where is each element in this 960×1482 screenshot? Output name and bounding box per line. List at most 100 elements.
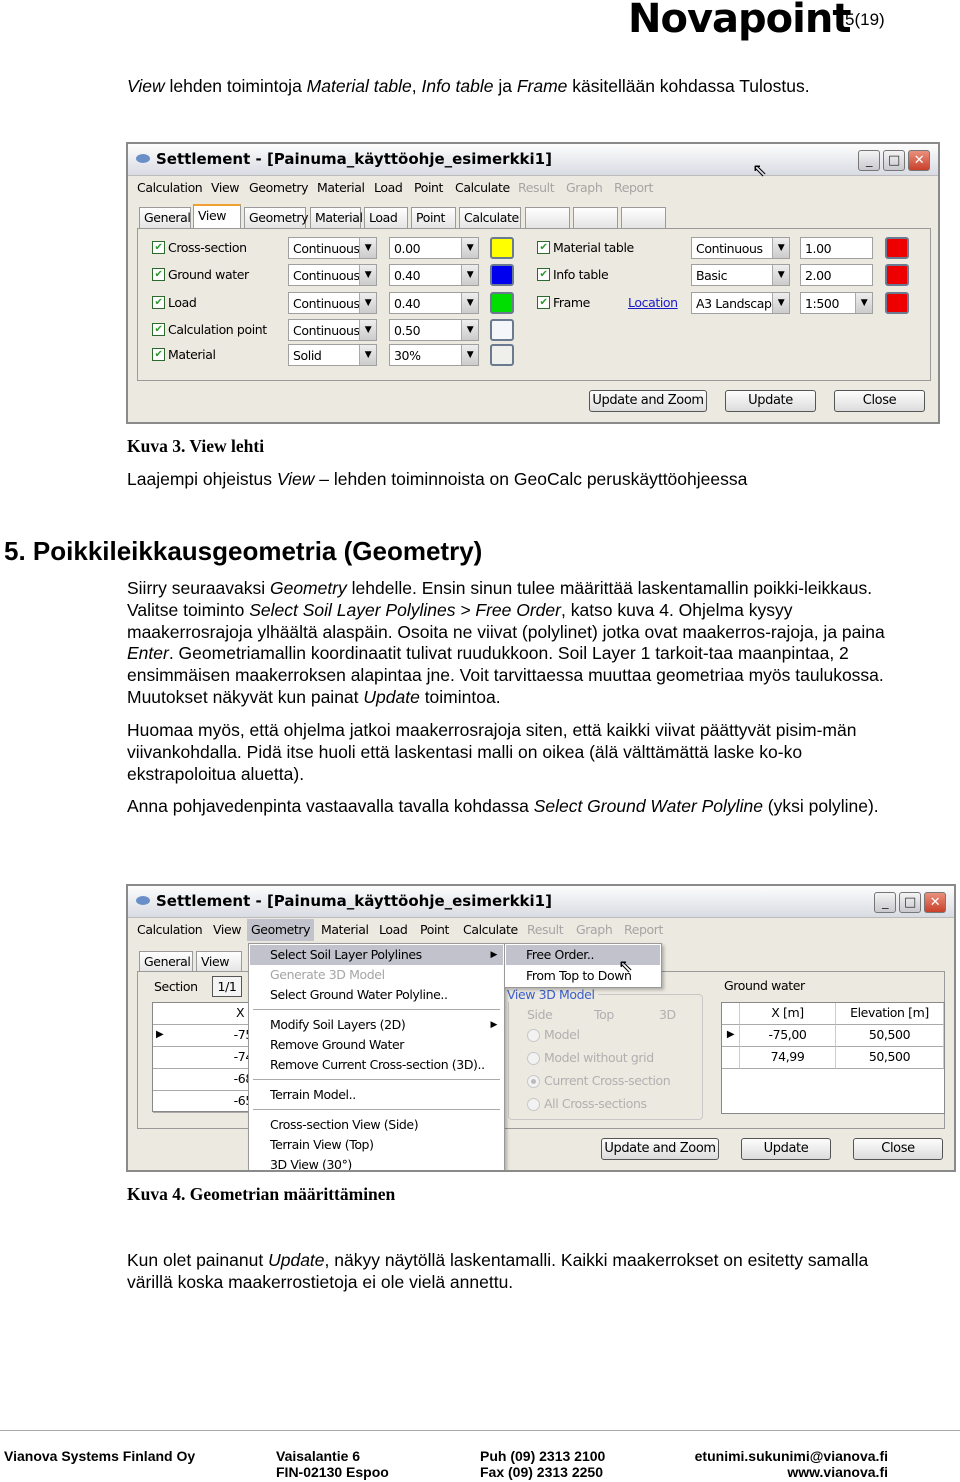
checkbox[interactable]: ✔: [152, 296, 165, 309]
line-style-select[interactable]: Solid ▼: [288, 344, 377, 366]
menu-load[interactable]: Load: [374, 180, 403, 195]
menu-point[interactable]: Point: [414, 180, 443, 195]
radio-button[interactable]: [527, 1098, 540, 1111]
update-and-zoom-button[interactable]: Update and Zoom: [589, 390, 707, 412]
line-style-select[interactable]: Continuous ▼: [288, 237, 377, 259]
menu-item-remove-ground-water[interactable]: Remove Ground Water: [250, 1035, 503, 1055]
tab-general[interactable]: General: [139, 951, 193, 972]
line-style-select[interactable]: Continuous ▼: [288, 319, 377, 341]
checkbox[interactable]: ✔: [537, 241, 550, 254]
submenu-item-free-order-[interactable]: Free Order..: [506, 945, 660, 965]
grid-cell[interactable]: 74,99: [740, 1047, 836, 1069]
line-width-select[interactable]: 0.40 ▼: [389, 264, 479, 286]
style-select[interactable]: Continuous ▼: [691, 237, 790, 259]
checkbox[interactable]: ✔: [537, 296, 550, 309]
radio-button[interactable]: [527, 1075, 540, 1088]
checkbox[interactable]: ✔: [152, 268, 165, 281]
menu-item-cross-section-view-side-[interactable]: Cross-section View (Side): [250, 1115, 503, 1135]
menu-calculation[interactable]: Calculation: [137, 922, 203, 937]
tab-load[interactable]: Load: [364, 207, 408, 228]
section-field[interactable]: 1/1: [212, 976, 242, 997]
menu-calculate[interactable]: Calculate: [455, 180, 510, 195]
line-width-select[interactable]: 0.50 ▼: [389, 319, 479, 341]
tab-general[interactable]: General: [139, 207, 191, 228]
tab-geometry[interactable]: Geometry: [244, 207, 309, 228]
menu-report[interactable]: Report: [624, 922, 663, 937]
menu-report[interactable]: Report: [614, 180, 653, 195]
line-style-select[interactable]: Continuous ▼: [288, 292, 377, 314]
tab-material[interactable]: Material: [310, 207, 363, 228]
menu-material[interactable]: Material: [317, 180, 365, 195]
update-and-zoom-button[interactable]: Update and Zoom: [601, 1138, 719, 1160]
menu-result[interactable]: Result: [527, 922, 564, 937]
row-header[interactable]: ▶: [722, 1025, 740, 1047]
value-field[interactable]: 1.00: [800, 237, 873, 259]
close-icon[interactable]: ✕: [908, 150, 930, 171]
footer-email[interactable]: etunimi.sukunimi@vianova.fi: [695, 1448, 888, 1464]
tab-blank[interactable]: [573, 207, 618, 228]
color-swatch[interactable]: [885, 292, 909, 314]
ground-water-grid[interactable]: X [m] Elevation [m] ▶ -75,00 50,500 74,99 50,5…: [721, 1002, 945, 1114]
style-select[interactable]: A3 Landscape ▼: [691, 292, 790, 314]
update-button[interactable]: Update: [725, 390, 816, 412]
menu-item-terrain-model-[interactable]: Terrain Model..: [250, 1085, 503, 1105]
submenu-item-from-top-to-down[interactable]: From Top to Down: [506, 966, 660, 986]
color-swatch[interactable]: [490, 292, 514, 314]
menu-item-terrain-view-top-[interactable]: Terrain View (Top): [250, 1135, 503, 1155]
tab-point[interactable]: Point: [411, 207, 456, 228]
minimize-icon[interactable]: _: [858, 150, 880, 171]
location-link[interactable]: Location: [628, 295, 678, 310]
color-swatch[interactable]: [490, 264, 514, 286]
value-field[interactable]: 2.00: [800, 264, 873, 286]
menu-point[interactable]: Point: [420, 922, 449, 937]
checkbox[interactable]: ✔: [152, 348, 165, 361]
menu-item-modify-soil-layers-2d-[interactable]: Modify Soil Layers (2D) ▶: [250, 1015, 503, 1035]
close-button[interactable]: Close: [834, 390, 925, 412]
menu-geometry[interactable]: Geometry: [247, 919, 315, 941]
checkbox[interactable]: ✔: [152, 323, 165, 336]
menu-geometry[interactable]: Geometry: [249, 180, 309, 195]
color-swatch[interactable]: [885, 237, 909, 259]
color-swatch[interactable]: [490, 344, 514, 366]
maximize-icon[interactable]: □: [899, 892, 921, 913]
color-swatch[interactable]: [490, 319, 514, 341]
radio-button[interactable]: [527, 1029, 540, 1042]
value-field[interactable]: 1:500 ▼: [800, 292, 873, 314]
menu-view[interactable]: View: [213, 922, 241, 937]
grid-cell[interactable]: 50,500: [836, 1047, 944, 1069]
menu-graph[interactable]: Graph: [576, 922, 613, 937]
menu-calculation[interactable]: Calculation: [137, 180, 203, 195]
line-style-select[interactable]: Continuous ▼: [288, 264, 377, 286]
menu-calculate[interactable]: Calculate: [463, 922, 518, 937]
radio-button[interactable]: [527, 1052, 540, 1065]
checkbox[interactable]: ✔: [537, 268, 550, 281]
menu-item-remove-current-cross-section-3d-[interactable]: Remove Current Cross-section (3D)..: [250, 1055, 503, 1075]
menu-view[interactable]: View: [211, 180, 239, 195]
menu-graph[interactable]: Graph: [566, 180, 603, 195]
tab-view[interactable]: View: [193, 204, 241, 228]
tab-view[interactable]: View: [196, 951, 242, 972]
row-header[interactable]: [722, 1047, 740, 1069]
grid-cell[interactable]: 50,500: [836, 1025, 944, 1047]
menu-material[interactable]: Material: [321, 922, 369, 937]
grid-cell[interactable]: -75,00: [740, 1025, 836, 1047]
line-width-select[interactable]: 30% ▼: [389, 344, 479, 366]
menu-item-select-soil-layer-polylines[interactable]: Select Soil Layer Polylines ▶: [250, 945, 503, 965]
tab-blank[interactable]: [525, 207, 570, 228]
line-width-select[interactable]: 0.00 ▼: [389, 237, 479, 259]
color-swatch[interactable]: [490, 237, 514, 259]
style-select[interactable]: Basic ▼: [691, 264, 790, 286]
menu-item-3d-view-30-[interactable]: 3D View (30°): [250, 1155, 503, 1170]
menu-item-select-ground-water-polyline-[interactable]: Select Ground Water Polyline..: [250, 985, 503, 1005]
menu-load[interactable]: Load: [379, 922, 408, 937]
close-button[interactable]: Close: [853, 1138, 943, 1160]
checkbox[interactable]: ✔: [152, 241, 165, 254]
maximize-icon[interactable]: □: [883, 150, 905, 171]
minimize-icon[interactable]: _: [874, 892, 896, 913]
line-width-select[interactable]: 0.40 ▼: [389, 292, 479, 314]
tab-blank[interactable]: [621, 207, 666, 228]
footer-web[interactable]: www.vianova.fi: [787, 1464, 888, 1480]
menu-result[interactable]: Result: [518, 180, 555, 195]
close-icon[interactable]: ✕: [924, 892, 946, 913]
update-button[interactable]: Update: [741, 1138, 831, 1160]
